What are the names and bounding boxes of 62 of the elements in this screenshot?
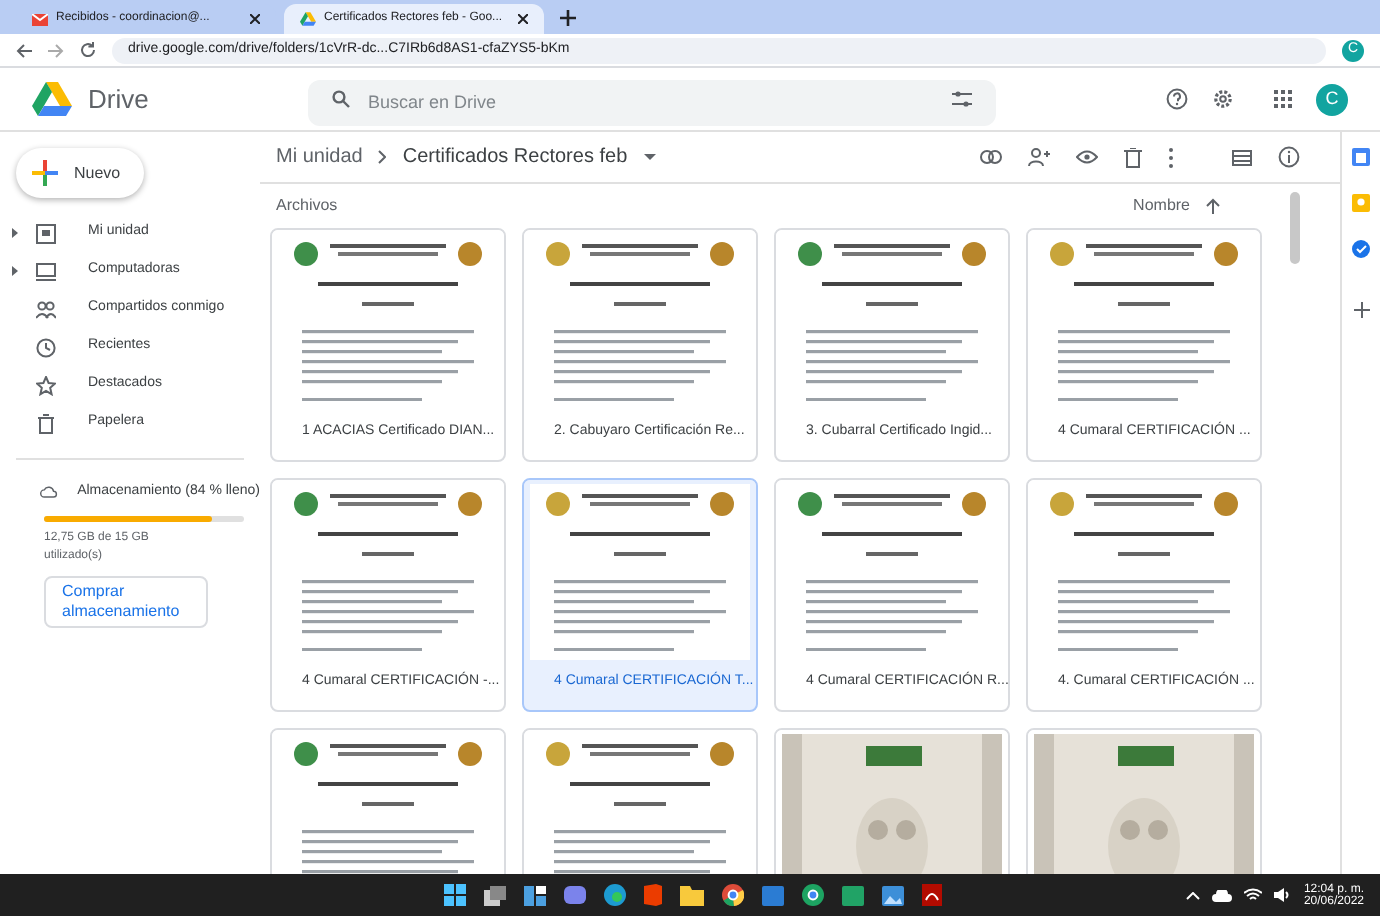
close-icon[interactable]: [518, 14, 528, 24]
edge-browser-icon[interactable]: [603, 884, 626, 906]
settings-icon[interactable]: [1212, 88, 1234, 110]
add-icon[interactable]: [1353, 302, 1369, 318]
task-view-icon[interactable]: [483, 885, 506, 905]
filter-icon[interactable]: [952, 90, 972, 108]
dropdown-icon[interactable]: [643, 154, 656, 160]
wifi-icon[interactable]: [1243, 888, 1262, 902]
new-button[interactable]: Nuevo: [16, 148, 144, 198]
app-name: Drive: [88, 81, 151, 118]
search-icon: [332, 90, 350, 108]
more-icon[interactable]: [1168, 147, 1174, 167]
speaker-icon[interactable]: [1273, 888, 1292, 902]
mail-icon: [32, 13, 48, 25]
sort-link[interactable]: Nombre: [1133, 194, 1190, 218]
calendar-icon[interactable]: [1352, 148, 1370, 166]
people-icon: [36, 299, 56, 319]
office-icon[interactable]: [643, 884, 662, 906]
new-tab-icon[interactable]: [560, 10, 576, 26]
star-icon: [36, 375, 56, 395]
sort-arrow-icon[interactable]: [1206, 198, 1220, 214]
tray-chevron-icon[interactable]: [1185, 891, 1200, 899]
breadcrumb-link[interactable]: Mi unidad: [276, 142, 363, 172]
link-icon[interactable]: [980, 150, 1002, 164]
expand-arrow-icon[interactable]: [12, 228, 18, 238]
computer-icon: [36, 261, 56, 281]
expand-arrow-icon[interactable]: [12, 266, 18, 276]
photos-icon[interactable]: [881, 885, 904, 905]
start-icon[interactable]: [443, 884, 466, 906]
clock-icon: [36, 337, 56, 357]
eye-icon[interactable]: [1076, 150, 1098, 164]
chrome-icon[interactable]: [721, 884, 744, 906]
apps-grid-icon[interactable]: [1274, 90, 1292, 108]
drive-logo-icon: [32, 82, 72, 116]
current-folder[interactable]: Certificados Rectores feb: [402, 142, 628, 172]
search-field[interactable]: Buscar en Drive: [308, 79, 996, 125]
drive-icon: [36, 223, 56, 243]
add-person-icon[interactable]: [1028, 148, 1050, 166]
word-icon[interactable]: [761, 885, 784, 905]
list-view-icon[interactable]: [1232, 149, 1252, 165]
info-icon[interactable]: [1278, 146, 1300, 168]
trash-icon: [36, 413, 56, 433]
reload-icon[interactable]: [80, 42, 96, 58]
close-icon[interactable]: [250, 14, 260, 24]
help-icon[interactable]: [1166, 88, 1188, 110]
chevron-icon: [378, 150, 387, 164]
section-label: Archivos: [276, 194, 338, 218]
cloud-icon: [40, 484, 58, 500]
chrome-icon[interactable]: [801, 884, 824, 906]
excel-icon[interactable]: [841, 885, 864, 905]
drive-logo-icon: [300, 12, 316, 26]
tasks-icon[interactable]: [1352, 240, 1370, 258]
chat-icon[interactable]: [563, 885, 586, 905]
widgets-icon[interactable]: [523, 885, 546, 905]
cloud-icon[interactable]: [1211, 889, 1232, 901]
scrollbar[interactable]: [1290, 192, 1300, 264]
folder-icon[interactable]: [679, 885, 704, 905]
back-icon[interactable]: [16, 43, 32, 57]
plus-icon: [32, 160, 58, 186]
buy-storage-button[interactable]: Comprar almacenamiento: [44, 576, 208, 628]
pdf-reader-icon[interactable]: [921, 884, 942, 906]
trash-icon[interactable]: [1124, 147, 1142, 167]
